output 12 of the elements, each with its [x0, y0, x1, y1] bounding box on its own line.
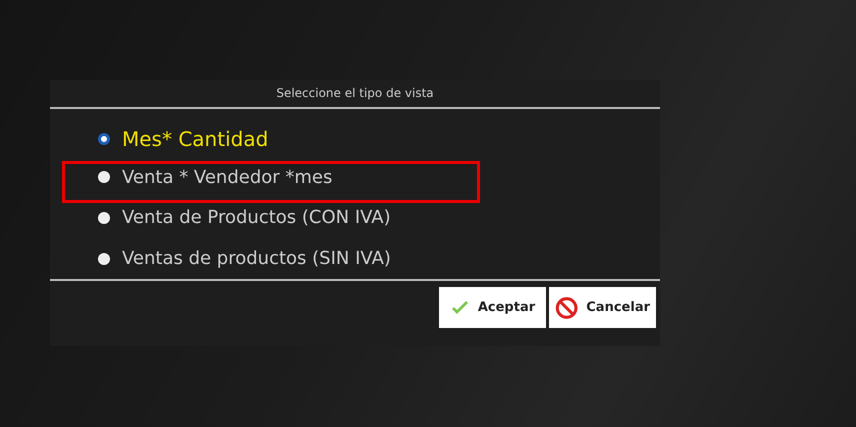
radio-button[interactable] [98, 252, 110, 265]
cancel-button[interactable]: Cancelar [549, 287, 656, 328]
radio-button[interactable] [98, 212, 110, 224]
checkmark-icon [450, 300, 470, 316]
option-label[interactable]: Ventas de productos (SIN IVA) [122, 248, 391, 270]
option-label[interactable]: Venta * Vendedor *mes [122, 166, 332, 188]
radio-button[interactable] [98, 171, 110, 184]
radio-button[interactable] [98, 132, 110, 145]
option-label[interactable]: Venta de Productos (CON IVA) [122, 207, 391, 228]
dialog-title: Seleccione el tipo de vista [50, 80, 660, 109]
option-label[interactable]: Mes* Cantidad [122, 126, 268, 151]
accept-button[interactable]: Aceptar [439, 287, 546, 328]
